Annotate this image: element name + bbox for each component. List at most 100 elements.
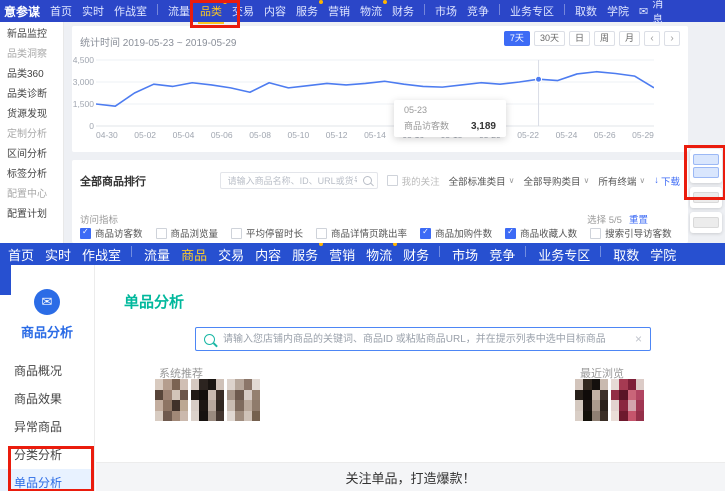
nav-item[interactable]: 物流 bbox=[360, 3, 382, 19]
nav-item[interactable]: 物流 bbox=[366, 245, 392, 264]
range-button[interactable]: 日 bbox=[569, 31, 590, 46]
product-search-box[interactable] bbox=[220, 172, 378, 189]
metric-checkbox[interactable]: 平均停留时长 bbox=[231, 226, 303, 240]
x-tick: 04-30 bbox=[96, 130, 118, 140]
sidebar-item[interactable]: 单品分析 bbox=[0, 469, 94, 491]
product-thumbnail[interactable] bbox=[155, 379, 188, 421]
product-thumbnail[interactable] bbox=[191, 379, 224, 421]
category-filter-dropdown[interactable]: 全部标准类目 ∨ bbox=[449, 174, 515, 188]
download-button[interactable]: ↓ 下载 bbox=[654, 174, 680, 188]
item-search-input[interactable] bbox=[221, 333, 629, 346]
metric-checkbox[interactable]: 商品详情页跳出率 bbox=[316, 226, 407, 240]
x-tick: 05-10 bbox=[287, 130, 309, 140]
guide-category-filter-dropdown[interactable]: 全部导购类目 ∨ bbox=[523, 174, 589, 188]
nav-item[interactable]: 流量 bbox=[144, 245, 170, 264]
screenshot-canvas: 意参谋 首页实时作战室流量品类交易内容服务营销物流财务市场竞争业务专区取数学院 … bbox=[0, 0, 725, 491]
sidebar-item[interactable]: 品类360 bbox=[0, 65, 63, 85]
metric-checkbox[interactable]: 商品收藏人数 bbox=[505, 226, 577, 240]
nav-item[interactable]: 业务专区 bbox=[538, 245, 590, 264]
item-search-box[interactable]: × bbox=[195, 327, 651, 351]
metric-checkbox[interactable]: 商品访客数 bbox=[80, 226, 143, 240]
sidebar-item[interactable]: 配置计划 bbox=[0, 205, 63, 225]
product-thumbnail[interactable] bbox=[611, 379, 644, 421]
sidebar-item[interactable]: 定制分析 bbox=[0, 125, 63, 145]
sidebar-item[interactable]: 品类诊断 bbox=[0, 85, 63, 105]
nav-item[interactable]: 财务 bbox=[403, 245, 429, 264]
visitor-trend-chart[interactable]: 4,5003,0001,5000 05-23 商品访客数 3,189 bbox=[96, 58, 654, 128]
nav-item[interactable]: 市场 bbox=[435, 3, 457, 19]
x-tick: 05-29 bbox=[632, 130, 654, 140]
nav-item[interactable]: 取数 bbox=[575, 3, 597, 19]
reset-button[interactable]: 重置 bbox=[629, 212, 648, 226]
nav-item[interactable]: 商品 bbox=[181, 245, 207, 264]
range-button[interactable]: 7天 bbox=[504, 31, 530, 46]
y-tick: 4,500 bbox=[73, 55, 94, 65]
back-to-top-button[interactable] bbox=[693, 217, 719, 228]
nav-item[interactable]: 流量 bbox=[168, 3, 190, 19]
nav-item[interactable]: 内容 bbox=[255, 245, 281, 264]
nav-item[interactable]: 营销 bbox=[329, 245, 355, 264]
nav-item[interactable]: 竞争 bbox=[489, 245, 515, 264]
nav-item[interactable]: 作战室 bbox=[82, 245, 121, 264]
range-button[interactable]: 30天 bbox=[534, 31, 565, 46]
sidebar-item[interactable]: 分类分析 bbox=[0, 441, 94, 469]
quick-action-button[interactable] bbox=[693, 167, 719, 178]
sidebar-item[interactable]: 品类洞察 bbox=[0, 45, 63, 65]
close-icon[interactable]: × bbox=[635, 332, 642, 346]
quick-action-button[interactable] bbox=[693, 192, 719, 203]
product-thumbnail[interactable] bbox=[575, 379, 608, 421]
product-search-input[interactable] bbox=[226, 175, 359, 187]
x-tick: 05-04 bbox=[173, 130, 195, 140]
y-tick: 1,500 bbox=[73, 99, 94, 109]
range-button[interactable]: 周 bbox=[594, 31, 615, 46]
sidebar-item[interactable]: 商品效果 bbox=[0, 385, 94, 413]
nav-item[interactable]: 财务 bbox=[392, 3, 414, 19]
nav-item[interactable]: 交易 bbox=[232, 3, 254, 19]
nav-item[interactable]: 服务 bbox=[296, 3, 318, 19]
nav-item[interactable]: 学院 bbox=[607, 3, 629, 19]
metric-checkbox[interactable]: 商品浏览量 bbox=[156, 226, 219, 240]
checkbox-icon bbox=[316, 228, 327, 239]
nav-item[interactable]: 竞争 bbox=[467, 3, 489, 19]
nav-item[interactable]: 实时 bbox=[82, 3, 104, 19]
sidebar-item[interactable]: 配置中心 bbox=[0, 185, 63, 205]
stat-time-range: 统计时间 2019-05-23 ~ 2019-05-29 bbox=[80, 34, 236, 49]
next-period-button[interactable]: › bbox=[664, 31, 680, 46]
sidebar-item[interactable]: 异常商品 bbox=[0, 413, 94, 441]
nav-item[interactable]: 品类 bbox=[200, 3, 222, 19]
app-logo[interactable]: 意参谋 bbox=[4, 3, 40, 20]
nav-item[interactable]: 首页 bbox=[50, 3, 72, 19]
sidebar-item[interactable]: 货源发现 bbox=[0, 105, 63, 125]
terminal-filter-dropdown[interactable]: 所有终端 ∨ bbox=[598, 174, 645, 188]
prev-period-button[interactable]: ‹ bbox=[644, 31, 660, 46]
top-nav-bar: 意参谋 首页实时作战室流量品类交易内容服务营销物流财务市场竞争业务专区取数学院 … bbox=[0, 0, 725, 22]
page-title: 单品分析 bbox=[124, 291, 184, 312]
nav-item[interactable]: 服务 bbox=[292, 245, 318, 264]
metric-checkbox[interactable]: 商品加购件数 bbox=[420, 226, 492, 240]
trend-chart-card: 统计时间 2019-05-23 ~ 2019-05-29 7天30天日周月 ‹ … bbox=[72, 26, 688, 152]
product-thumbnail[interactable] bbox=[227, 379, 260, 421]
range-button[interactable]: 月 bbox=[619, 31, 640, 46]
metric-checkbox[interactable]: 搜索引导访客数 bbox=[590, 226, 672, 240]
messages-button[interactable]: ✉ 消息 bbox=[639, 0, 670, 27]
nav-item[interactable]: 实时 bbox=[45, 245, 71, 264]
sidebar-item[interactable]: 商品概况 bbox=[0, 357, 94, 385]
x-tick: 05-02 bbox=[134, 130, 156, 140]
nav-item[interactable]: 营销 bbox=[328, 3, 350, 19]
nav-item[interactable]: 业务专区 bbox=[510, 3, 554, 19]
sidebar-item[interactable]: 区间分析 bbox=[0, 145, 63, 165]
nav-item[interactable]: 取数 bbox=[613, 245, 639, 264]
chart-tooltip: 05-23 商品访客数 3,189 bbox=[394, 100, 506, 137]
sidebar-item[interactable]: 标签分析 bbox=[0, 165, 63, 185]
sidebar-item[interactable]: 新品监控 bbox=[0, 25, 63, 45]
nav-item[interactable]: 学院 bbox=[650, 245, 676, 264]
nav-item[interactable]: 内容 bbox=[264, 3, 286, 19]
nav-item[interactable]: 交易 bbox=[218, 245, 244, 264]
nav-item[interactable]: 市场 bbox=[452, 245, 478, 264]
my-follow-checkbox[interactable]: 我的关注 bbox=[387, 174, 440, 188]
quick-action-button[interactable] bbox=[693, 154, 719, 165]
checkbox-icon bbox=[420, 228, 431, 239]
nav-item[interactable]: 首页 bbox=[8, 245, 34, 264]
nav-item[interactable]: 作战室 bbox=[114, 3, 147, 19]
x-axis-labels: 04-3005-0205-0405-0605-0805-1005-1205-14… bbox=[96, 130, 654, 140]
